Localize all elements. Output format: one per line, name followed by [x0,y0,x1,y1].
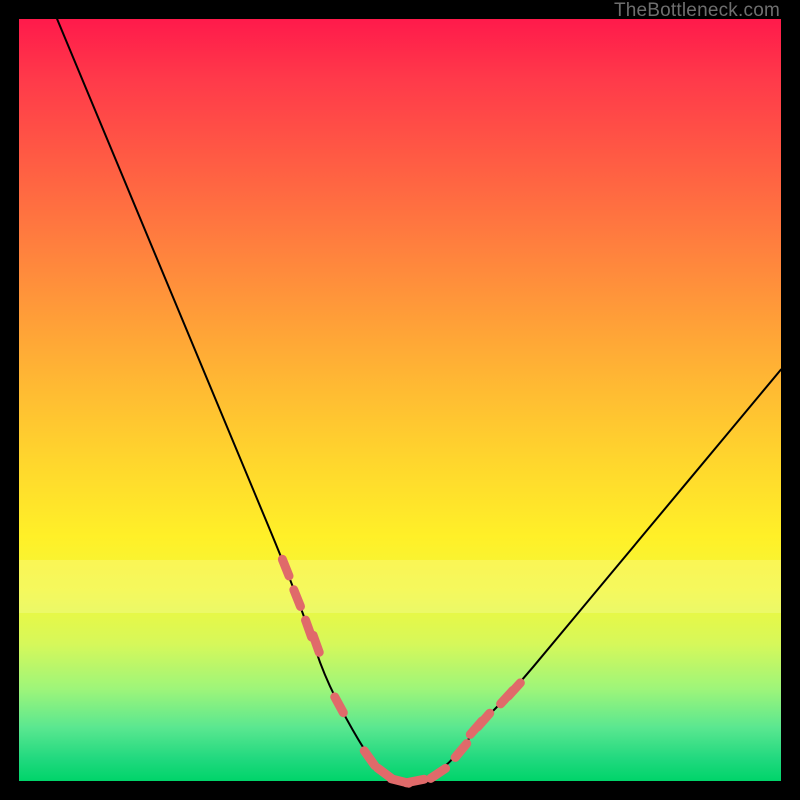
highlight-marker [364,751,374,766]
bottleneck-curve [57,19,781,781]
highlight-marker [478,713,490,727]
highlight-marker [282,559,289,576]
highlight-marker [406,779,424,783]
highlight-marker [455,744,467,758]
chart-frame: TheBottleneck.com [0,0,800,800]
highlight-marker [508,683,520,696]
highlight-marker [335,697,344,713]
highlight-marker [294,590,301,607]
marker-group [282,559,520,783]
highlight-marker [431,768,446,778]
plot-area [19,19,781,781]
highlight-marker [313,635,319,652]
chart-svg [19,19,781,781]
